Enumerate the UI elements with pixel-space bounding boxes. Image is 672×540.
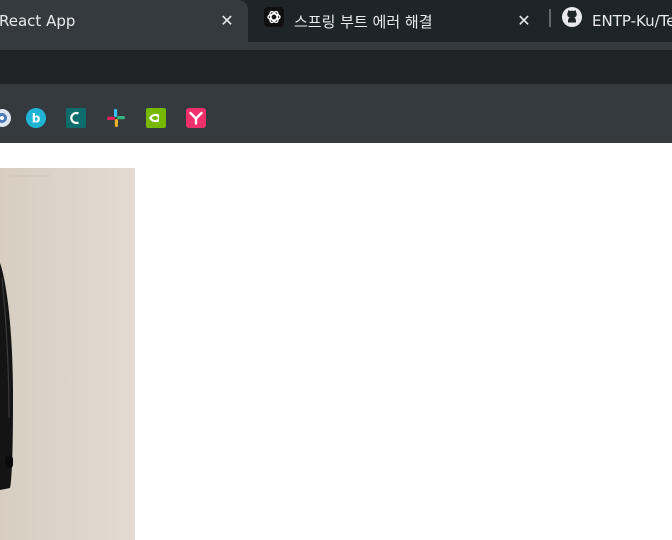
address-bar[interactable] bbox=[0, 50, 672, 84]
chatgpt-icon bbox=[264, 7, 284, 27]
bookmark-partial-icon[interactable] bbox=[0, 108, 12, 128]
tab-github-entp-ku[interactable]: ENTP-Ku/Te bbox=[552, 0, 672, 42]
tab-close-button[interactable]: ✕ bbox=[513, 10, 535, 32]
product-photo bbox=[0, 168, 135, 540]
bookmarks-bar: b bbox=[0, 92, 672, 144]
tab-title: 스프링 부트 에러 해결 bbox=[294, 12, 433, 31]
tab-strip: React App ✕ 스프링 부트 에러 해결 ✕ ENTP-Ku/Te bbox=[0, 0, 672, 42]
tab-spring-boot-error[interactable]: 스프링 부트 에러 해결 ✕ bbox=[256, 0, 548, 42]
bookmark-teal-c-icon[interactable] bbox=[66, 108, 86, 128]
tab-close-button[interactable]: ✕ bbox=[216, 10, 238, 32]
tab-title: ENTP-Ku/Te bbox=[592, 12, 672, 30]
tab-divider bbox=[549, 9, 551, 27]
nvidia-icon[interactable] bbox=[146, 108, 166, 128]
github-icon bbox=[562, 7, 582, 27]
tab-title: React App bbox=[0, 12, 76, 30]
slack-icon[interactable] bbox=[106, 108, 126, 128]
bookmark-pink-y-icon[interactable] bbox=[186, 108, 206, 128]
page-content bbox=[0, 143, 672, 540]
tab-react-app[interactable]: React App ✕ bbox=[0, 0, 248, 42]
svg-text:b: b bbox=[32, 112, 41, 126]
bookmark-b-circle-icon[interactable]: b bbox=[26, 108, 46, 128]
toolbar bbox=[0, 42, 672, 92]
